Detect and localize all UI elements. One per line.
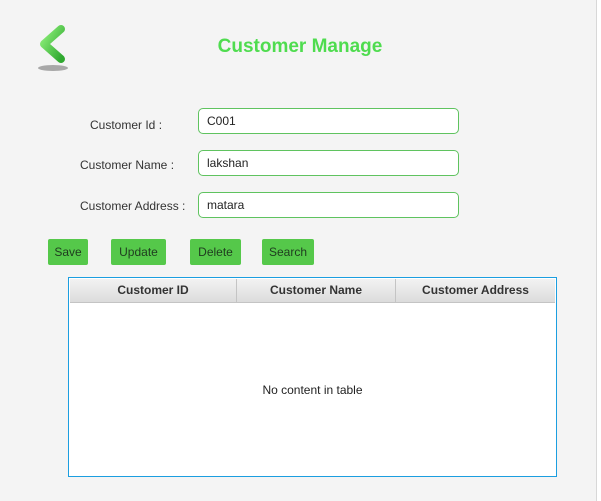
back-button[interactable] bbox=[34, 25, 74, 73]
table-empty-placeholder: No content in table bbox=[262, 383, 363, 397]
customer-address-label: Customer Address : bbox=[80, 199, 186, 213]
customer-name-field[interactable] bbox=[198, 150, 459, 176]
search-button[interactable]: Search bbox=[262, 239, 314, 265]
back-button-shadow bbox=[38, 65, 68, 71]
customer-address-field[interactable] bbox=[198, 192, 459, 218]
table-header: Customer ID Customer Name Customer Addre… bbox=[70, 279, 555, 303]
customer-id-field[interactable] bbox=[198, 108, 459, 134]
save-button[interactable]: Save bbox=[48, 239, 88, 265]
column-header-customer-id[interactable]: Customer ID bbox=[70, 279, 237, 302]
page-title: Customer Manage bbox=[217, 36, 383, 57]
update-button[interactable]: Update bbox=[111, 239, 166, 265]
customer-id-label: Customer Id : bbox=[90, 118, 163, 132]
column-header-customer-address[interactable]: Customer Address bbox=[396, 279, 555, 302]
customer-table[interactable]: Customer ID Customer Name Customer Addre… bbox=[68, 277, 557, 477]
delete-button[interactable]: Delete bbox=[190, 239, 241, 265]
customer-name-label: Customer Name : bbox=[80, 158, 175, 172]
customer-manage-window: Customer Manage Customer Id : Customer N… bbox=[0, 0, 597, 501]
window-edge bbox=[597, 0, 601, 501]
column-header-customer-name[interactable]: Customer Name bbox=[237, 279, 396, 302]
